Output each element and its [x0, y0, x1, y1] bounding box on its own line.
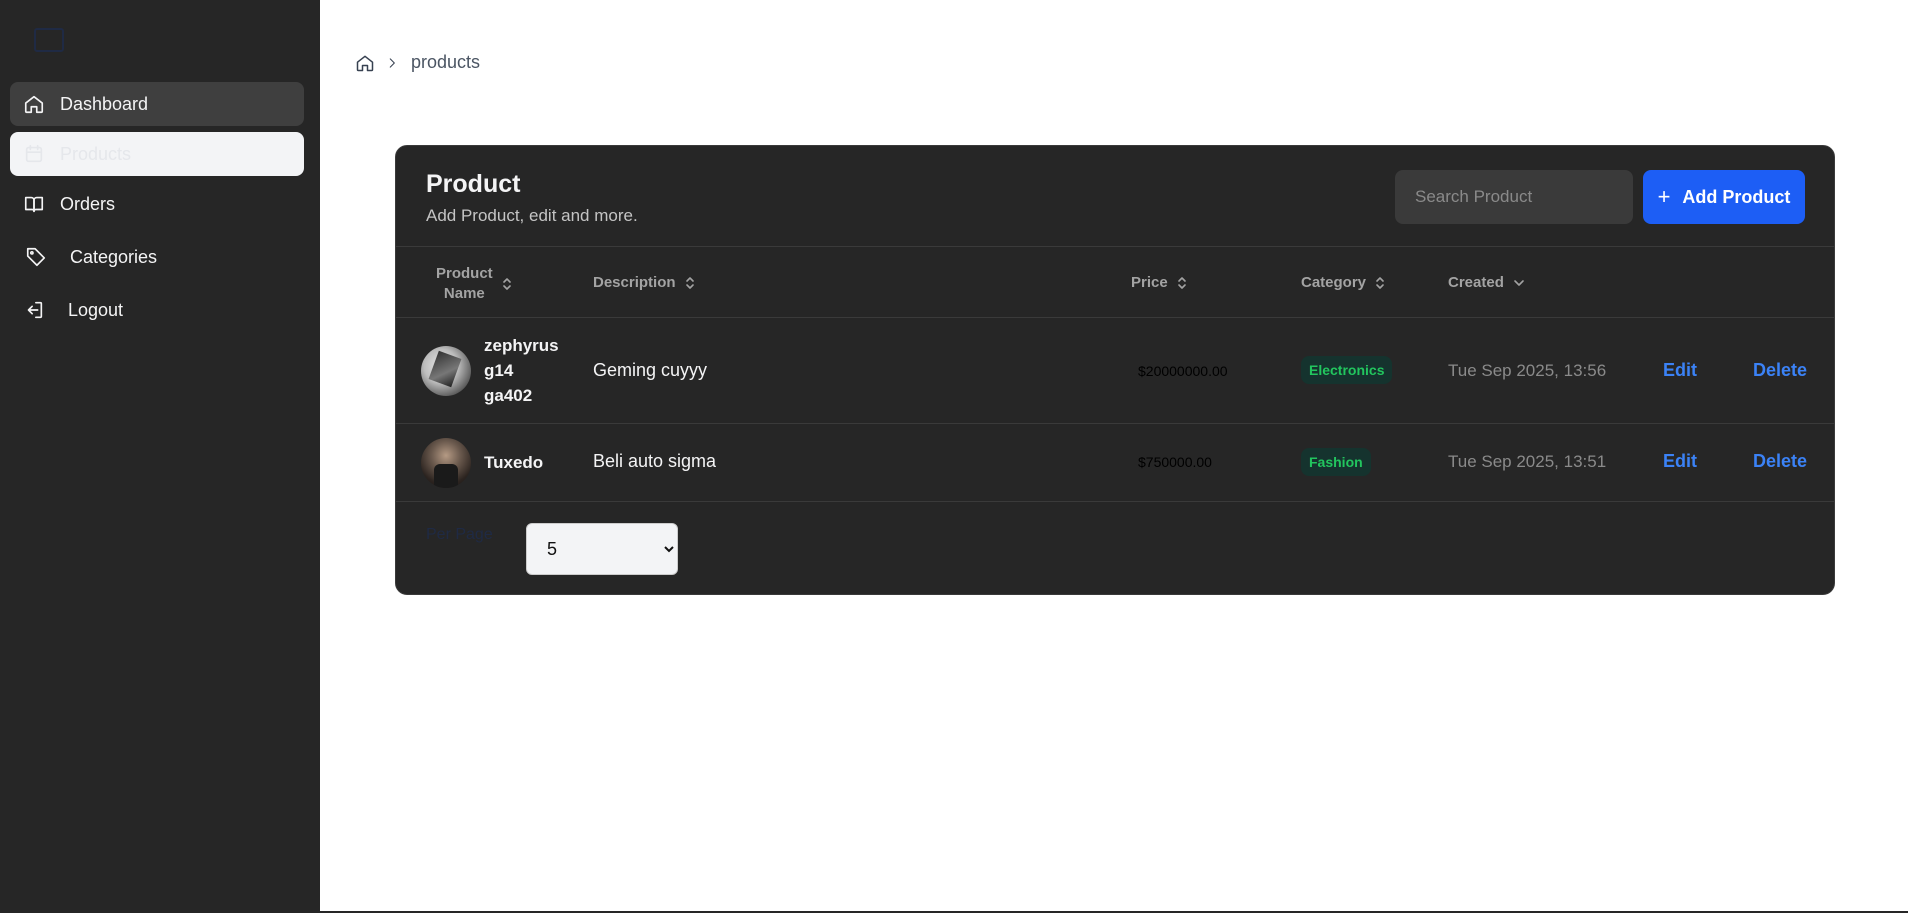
column-header-label: Product: [436, 265, 493, 282]
product-image: [421, 346, 471, 396]
product-name: zephyrus g14 ga402: [484, 336, 559, 405]
sidebar-item-logout[interactable]: Logout: [10, 288, 304, 332]
calendar-icon: [22, 142, 46, 166]
sidebar-item-products[interactable]: Products: [10, 132, 304, 176]
chevron-right-icon: [389, 57, 395, 68]
column-header-label: Description: [593, 274, 676, 291]
sidebar-item-orders[interactable]: Orders: [10, 182, 304, 226]
edit-link[interactable]: Edit: [1663, 451, 1697, 472]
column-header-label: Price: [1131, 274, 1168, 291]
divider: [396, 501, 1834, 502]
product-image: [421, 438, 471, 488]
book-icon: [22, 192, 46, 216]
product-description: Beli auto sigma: [593, 451, 717, 471]
breadcrumb-current[interactable]: products: [411, 52, 480, 73]
created-date: Tue Sep 2025, 13:56: [1448, 361, 1607, 380]
breadcrumb: products: [355, 52, 480, 73]
tag-icon: [24, 245, 48, 269]
sort-icon: [1177, 276, 1186, 289]
app-layout: Dashboard Products Orders Categories Log: [0, 0, 1908, 913]
logout-icon: [22, 298, 46, 322]
home-icon[interactable]: [355, 53, 375, 73]
sort-icon: [502, 278, 511, 290]
column-header-label: Name: [443, 285, 485, 302]
edit-link[interactable]: Edit: [1663, 360, 1697, 381]
sidebar-item-label: Categories: [70, 246, 158, 267]
column-header-label: Created: [1448, 274, 1504, 291]
chevron-down-icon: [1514, 279, 1524, 286]
column-header-created[interactable]: Created: [1448, 274, 1526, 291]
sidebar-item-label: Dashboard: [60, 93, 149, 114]
category-badge: Electronics: [1301, 356, 1393, 384]
category-badge: Fashion: [1301, 448, 1371, 476]
delete-link[interactable]: Delete: [1753, 360, 1807, 381]
sidebar-item-categories[interactable]: Categories: [10, 235, 304, 279]
sidebar-item-label: Products: [60, 143, 132, 164]
column-header-category[interactable]: Category: [1301, 274, 1386, 291]
page-subtitle: Add Product, edit and more.: [426, 206, 638, 225]
search-input[interactable]: [1395, 170, 1633, 224]
table-row: Tuxedo Beli auto sigma $750000.00 Fashio…: [396, 424, 1834, 501]
sort-icon: [685, 276, 694, 289]
logo-icon[interactable]: [34, 28, 64, 52]
per-page-select[interactable]: 5: [526, 523, 678, 575]
sidebar-item-dashboard[interactable]: Dashboard: [10, 82, 304, 126]
created-date: Tue Sep 2025, 13:51: [1448, 452, 1607, 471]
table-row: zephyrus g14 ga402 Geming cuyyy $2000000…: [396, 318, 1834, 423]
home-icon: [22, 92, 46, 116]
add-product-button[interactable]: + Add Product: [1643, 170, 1805, 224]
product-card: Product Add Product, edit and more. + Ad…: [395, 145, 1835, 595]
product-price: $20000000.00: [1138, 363, 1228, 379]
delete-link[interactable]: Delete: [1753, 451, 1807, 472]
per-page-label: Per Page: [426, 526, 493, 543]
sort-icon: [1376, 276, 1384, 289]
plus-icon: +: [1657, 184, 1671, 209]
product-price: $750000.00: [1138, 454, 1212, 470]
sidebar-item-label: Logout: [68, 299, 124, 320]
sidebar-item-label: Orders: [60, 193, 116, 214]
add-product-label: Add Product: [1682, 186, 1791, 207]
column-header-price[interactable]: Price: [1131, 274, 1188, 291]
product-description: Geming cuyyy: [593, 360, 708, 380]
page-title: Product: [426, 170, 521, 198]
divider: [396, 246, 1834, 247]
column-header-product-name[interactable]: Product Name: [436, 264, 536, 304]
column-header-description[interactable]: Description: [593, 274, 696, 291]
product-name: Tuxedo: [484, 453, 544, 472]
column-header-label: Category: [1301, 274, 1367, 291]
sidebar: Dashboard Products Orders Categories Log: [0, 0, 320, 911]
